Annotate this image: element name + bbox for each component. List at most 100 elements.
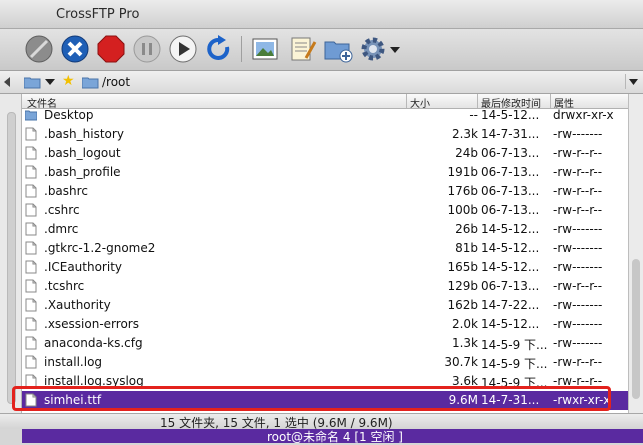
- file-name: anaconda-ks.cfg: [44, 336, 143, 350]
- file-row[interactable]: .tcshrc 129b 06-7-13... -rw-r--r--: [22, 277, 628, 296]
- scrollbar-thumb[interactable]: [7, 112, 16, 404]
- session-label: root@未命名 4 [1 空闲 ]: [267, 430, 403, 444]
- file-modified: 06-7-13...: [481, 184, 540, 198]
- file-size: 2.0k: [451, 317, 478, 331]
- file-name: .bashrc: [44, 184, 88, 198]
- file-modified: 14-5-12...: [481, 260, 540, 274]
- file-list: 文件名 大小 最后修改时间 属性 Desktop -- 14-5-12... drwx…: [22, 94, 628, 413]
- file-icon: [25, 127, 37, 141]
- path-dropdown-button[interactable]: [625, 74, 640, 89]
- new-folder-button[interactable]: [323, 34, 353, 64]
- connect-x-icon: [61, 35, 89, 63]
- status-bar: 15 文件夹, 15 文件, 1 选中 (9.6M / 9.6M): [0, 413, 643, 430]
- file-modified: 06-7-13...: [481, 146, 540, 160]
- file-size: 26b: [455, 222, 478, 236]
- file-modified: 14-5-12...: [481, 317, 540, 331]
- title-bar: CrossFTP Pro: [0, 0, 643, 29]
- file-modified: 14-5-12...: [481, 241, 540, 255]
- file-size: 165b: [447, 260, 478, 274]
- file-name: .bash_logout: [44, 146, 121, 160]
- settings-button[interactable]: [358, 34, 388, 64]
- file-modified: 14-5-12...: [481, 222, 540, 236]
- file-permissions: -rw-------: [553, 298, 603, 312]
- file-row[interactable]: .bash_logout 24b 06-7-13... -rw-r--r--: [22, 144, 628, 163]
- file-permissions: -rw-r--r--: [553, 203, 603, 217]
- pause-icon: [133, 35, 161, 63]
- file-permissions: -rw-------: [553, 241, 603, 255]
- file-size: 191b: [447, 165, 478, 179]
- file-row[interactable]: .ICEauthority 165b 14-5-12... -rw-------: [22, 258, 628, 277]
- selection-highlight-box: [12, 386, 611, 411]
- file-size: 162b: [447, 298, 478, 312]
- file-size: 129b: [447, 279, 478, 293]
- folder-icon: [25, 110, 37, 121]
- file-name: .ICEauthority: [44, 260, 122, 274]
- stop-button[interactable]: [96, 34, 126, 64]
- file-permissions: -rw-r--r--: [553, 184, 603, 198]
- file-modified: 14-7-22...: [481, 298, 540, 312]
- file-modified: 14-7-31...: [481, 127, 540, 141]
- current-path[interactable]: /root: [102, 75, 130, 89]
- file-size: 1.3k: [451, 336, 478, 350]
- connect-button[interactable]: [60, 34, 90, 64]
- file-row[interactable]: .Xauthority 162b 14-7-22... -rw-------: [22, 296, 628, 315]
- file-icon: [25, 222, 37, 236]
- file-row[interactable]: .cshrc 100b 06-7-13... -rw-r--r--: [22, 201, 628, 220]
- file-permissions: -rw-r--r--: [553, 279, 603, 293]
- play-button[interactable]: [168, 34, 198, 64]
- refresh-button[interactable]: [204, 34, 234, 64]
- file-modified: 06-7-13...: [481, 203, 540, 217]
- file-icon: [25, 203, 37, 217]
- left-pane-scrollbar[interactable]: [0, 94, 22, 413]
- star-icon[interactable]: ★: [62, 73, 75, 89]
- refresh-icon: [207, 35, 230, 60]
- file-row[interactable]: .bash_history 2.3k 14-7-31... -rw-------: [22, 125, 628, 144]
- file-list-scrollbar[interactable]: [628, 94, 643, 413]
- notes-edit-button[interactable]: [288, 34, 318, 64]
- file-modified: 14-5-12...: [481, 108, 540, 122]
- file-size: 2.3k: [451, 127, 478, 141]
- file-size: 176b: [447, 184, 478, 198]
- session-tab[interactable]: root@未命名 4 [1 空闲 ]: [22, 429, 643, 444]
- file-size: 30.7k: [444, 355, 478, 369]
- file-name: .cshrc: [44, 203, 80, 217]
- file-icon: [25, 146, 37, 160]
- file-name: Desktop: [44, 108, 94, 122]
- file-row[interactable]: .bashrc 176b 06-7-13... -rw-r--r--: [22, 182, 628, 201]
- chevron-left-icon[interactable]: [2, 74, 12, 90]
- image-view-icon: [252, 38, 278, 60]
- file-permissions: -rw-r--r--: [553, 165, 603, 179]
- file-icon: [25, 298, 37, 312]
- file-size: 24b: [455, 146, 478, 160]
- file-modified: 14-5-9 下...: [481, 357, 548, 371]
- file-permissions: -rw-------: [553, 127, 603, 141]
- file-row[interactable]: install.log 30.7k 14-5-9 下... -rw-r--r--: [22, 353, 628, 372]
- file-permissions: -rw-------: [553, 317, 603, 331]
- file-name: install.log: [44, 355, 103, 369]
- file-name: .bash_history: [44, 127, 124, 141]
- file-row[interactable]: .dmrc 26b 14-5-12... -rw-------: [22, 220, 628, 239]
- file-row[interactable]: .xsession-errors 2.0k 14-5-12... -rw-------: [22, 315, 628, 334]
- file-permissions: -rw-r--r--: [553, 355, 603, 369]
- pause-button[interactable]: [132, 34, 162, 64]
- disconnect-icon: [25, 35, 53, 63]
- image-view-button[interactable]: [250, 34, 280, 64]
- file-row[interactable]: anaconda-ks.cfg 1.3k 14-5-9 下... -rw-------: [22, 334, 628, 353]
- file-modified: 14-5-9 下...: [481, 338, 548, 352]
- settings-dropdown[interactable]: [388, 34, 402, 64]
- file-size: 81b: [455, 241, 478, 255]
- chevron-down-icon[interactable]: [45, 79, 55, 86]
- file-row[interactable]: .bash_profile 191b 06-7-13... -rw-r--r--: [22, 163, 628, 182]
- disconnect-button[interactable]: [24, 34, 54, 64]
- folder-icon: [82, 77, 99, 89]
- file-icon: [25, 336, 37, 350]
- folder-icon[interactable]: [24, 76, 41, 89]
- file-row[interactable]: .gtkrc-1.2-gnome2 81b 14-5-12... -rw-------: [22, 239, 628, 258]
- file-modified: 06-7-13...: [481, 165, 540, 179]
- file-icon: [25, 241, 37, 255]
- file-name: .gtkrc-1.2-gnome2: [44, 241, 156, 255]
- scrollbar-thumb[interactable]: [632, 259, 640, 399]
- file-name: .tcshrc: [44, 279, 85, 293]
- stop-icon: [97, 35, 125, 63]
- file-row[interactable]: Desktop -- 14-5-12... drwxr-xr-x: [22, 106, 628, 125]
